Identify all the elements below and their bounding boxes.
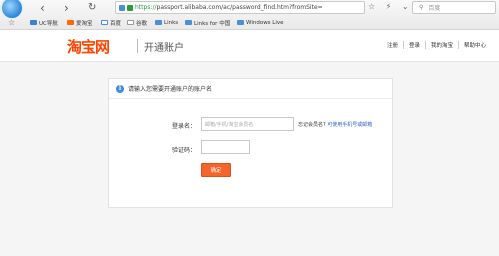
browser-search-input[interactable]: ⚲ 百度 xyxy=(412,1,496,14)
bookmark-label: 谷歌 xyxy=(136,20,148,27)
account-input[interactable]: 邮箱/手机/淘宝会员名 xyxy=(201,117,294,131)
info-icon: i xyxy=(116,84,124,93)
bookmark-uc[interactable]: UC导航 xyxy=(30,19,58,27)
search-placeholder: 百度 xyxy=(428,5,441,12)
header-links: 注册 登录 我的淘宝 帮助中心 xyxy=(382,41,491,49)
bookmark-label: 爱淘宝 xyxy=(76,20,93,27)
captcha-label: 验证码： xyxy=(172,147,197,154)
hint-link[interactable]: 可使用手机号或邮箱 xyxy=(327,122,372,128)
page-icon xyxy=(119,4,125,11)
bookmark-label: Links for 中国 xyxy=(194,20,231,27)
login-link[interactable]: 登录 xyxy=(402,41,425,49)
search-icon: ⚲ xyxy=(419,4,424,11)
browser-toolbar: ‹ › ↻ https:// passport.alibaba.com/ac/p… xyxy=(0,0,499,30)
taobao-logo[interactable]: 淘宝网 xyxy=(67,36,110,57)
account-hint: 忘记会员名? 可使用手机号或邮箱 xyxy=(298,121,372,128)
toolbar-icons[interactable]: ☆ ⚡ ⌄ xyxy=(368,2,413,11)
baidu-icon xyxy=(101,20,108,25)
bookmark-links[interactable]: Links xyxy=(155,20,178,26)
star-icon[interactable]: ☆ xyxy=(8,18,15,27)
my-taobao-link[interactable]: 我的淘宝 xyxy=(424,41,458,49)
confirm-button[interactable]: 确定 xyxy=(201,163,231,177)
hint-prefix: 忘记会员名? xyxy=(298,122,326,128)
captcha-input[interactable] xyxy=(201,140,250,154)
bookmark-baidu[interactable]: 百度 xyxy=(101,19,121,27)
taobao-icon xyxy=(67,20,74,25)
folder-icon xyxy=(30,20,37,25)
bookmark-label: Windows Live xyxy=(246,19,284,26)
panel-header: i 请输入您需要开通账户的账户名 xyxy=(109,79,392,99)
folder-icon xyxy=(155,20,162,25)
url-text: passport.alibaba.com/ac/password_find.ht… xyxy=(156,4,323,11)
bookmark-label: UC导航 xyxy=(39,20,58,27)
account-label: 登录名： xyxy=(172,123,197,130)
bookmark-google[interactable]: 谷歌 xyxy=(127,19,147,27)
bookmark-links-china[interactable]: Links for 中国 xyxy=(185,19,230,27)
address-bar[interactable]: https:// passport.alibaba.com/ac/passwor… xyxy=(115,1,365,14)
account-activation-panel: i 请输入您需要开通账户的账户名 登录名： 邮箱/手机/淘宝会员名 忘记会员名?… xyxy=(108,78,393,208)
bookmark-label: Links xyxy=(164,19,179,26)
bookmark-label: 百度 xyxy=(110,20,122,27)
bookmark-aitaobao[interactable]: 爱淘宝 xyxy=(67,19,93,27)
folder-icon xyxy=(237,20,244,25)
bookmarks-bar: ☆ UC导航 爱淘宝 百度 谷歌 Links Links for 中国 Wind… xyxy=(0,16,499,29)
page-title: 开通账户 xyxy=(144,43,184,54)
header-divider xyxy=(137,39,138,53)
google-icon xyxy=(127,20,134,25)
folder-icon xyxy=(185,20,192,25)
register-link[interactable]: 注册 xyxy=(382,41,403,49)
secure-lock-icon xyxy=(127,4,133,11)
account-placeholder: 邮箱/手机/淘宝会员名 xyxy=(205,121,254,128)
bookmark-windows-live[interactable]: Windows Live xyxy=(237,20,284,26)
site-header: 淘宝网 开通账户 注册 登录 我的淘宝 帮助中心 xyxy=(0,30,499,62)
reload-icon[interactable]: ↻ xyxy=(88,2,96,14)
help-center-link[interactable]: 帮助中心 xyxy=(457,41,491,49)
back-icon[interactable]: ‹ xyxy=(40,2,45,14)
forward-icon[interactable]: › xyxy=(64,2,69,14)
url-scheme: https:// xyxy=(135,4,157,11)
notice-text: 请输入您需要开通账户的账户名 xyxy=(128,86,213,93)
